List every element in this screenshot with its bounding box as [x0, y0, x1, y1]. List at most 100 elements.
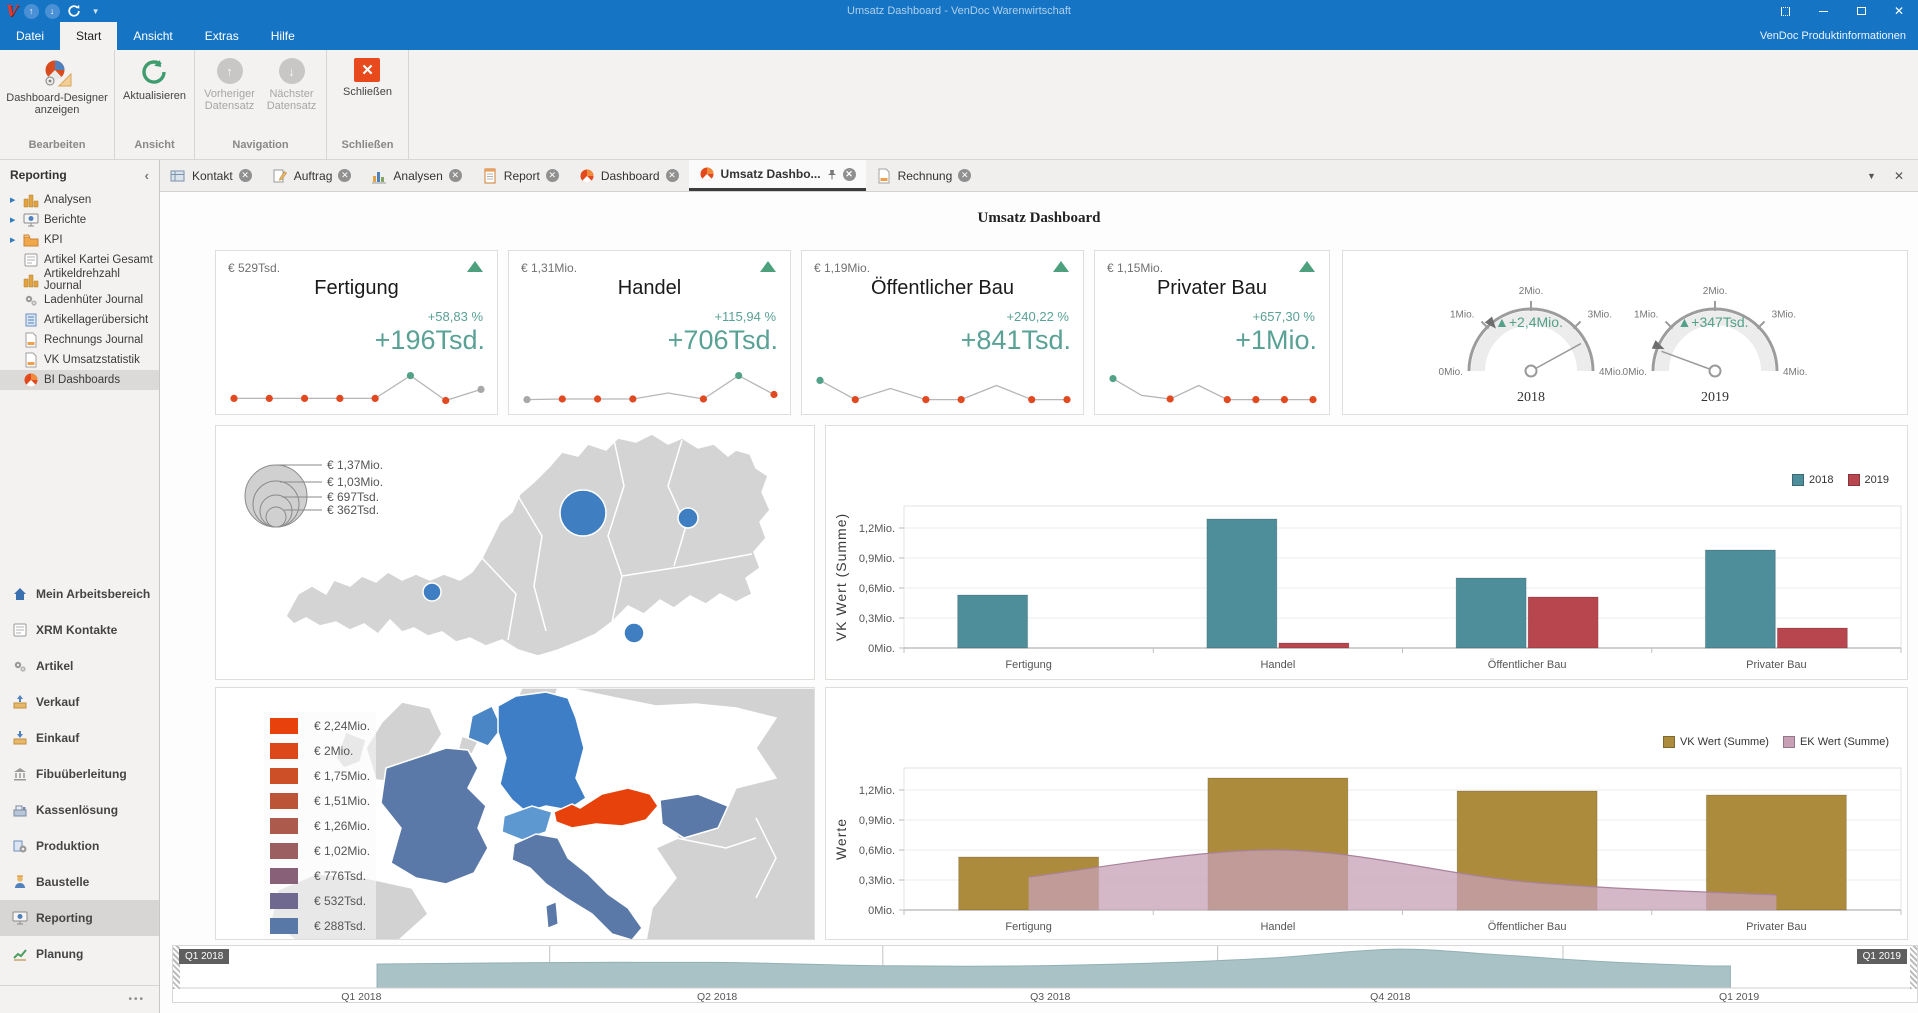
refresh-button[interactable]: Aktualisieren	[119, 56, 190, 104]
kpi-current-value: € 1,15Mio.	[1107, 261, 1163, 275]
close-tab-button[interactable]: ✕ Schließen	[339, 56, 396, 100]
kpi-current-value: € 1,19Mio.	[814, 261, 870, 275]
svg-text:2Mio.: 2Mio.	[1703, 286, 1727, 297]
tab-umsatz-dashboard[interactable]: Umsatz Dashbo... ✕	[689, 160, 866, 191]
expand-arrow-icon[interactable]: ▶	[10, 196, 18, 204]
sidebar-item-kassenl-sung[interactable]: Kassenlösung	[0, 792, 159, 828]
range-end-badge[interactable]: Q1 2019	[1857, 949, 1907, 964]
product-info-link[interactable]: VenDoc Produktinformationen	[1760, 22, 1918, 50]
quick-access-dropdown[interactable]: ▼	[92, 7, 100, 16]
menu-extras[interactable]: Extras	[189, 22, 255, 50]
austria-map-panel[interactable]: € 1,37Mio. € 1,03Mio. € 697Tsd. € 362Tsd…	[215, 425, 815, 680]
tree-item-berichte[interactable]: ▶Berichte	[0, 210, 159, 230]
menu-datei[interactable]: Datei	[0, 22, 60, 50]
expand-arrow-icon[interactable]: ▶	[10, 216, 18, 224]
close-icon: ✕	[1894, 4, 1904, 18]
tree-item-kpi[interactable]: ▶KPI	[0, 230, 159, 250]
tab-list-dropdown[interactable]: ▼	[1867, 171, 1876, 181]
range-handle-right[interactable]	[1910, 946, 1917, 989]
tab-kontakt[interactable]: Kontakt ✕	[160, 160, 262, 191]
sidebar-overflow[interactable]: •••	[0, 985, 159, 1013]
maximize-button[interactable]	[1842, 0, 1880, 22]
tree-item-artikel-kartei-gesamt[interactable]: Artikel Kartei Gesamt	[0, 250, 159, 270]
sidebar-item-baustelle[interactable]: Baustelle	[0, 864, 159, 900]
kpi-card-oeffentlicher-bau[interactable]: € 1,19Mio. Öffentlicher Bau +240,22 % +8…	[801, 250, 1084, 415]
sidebar-item-label: Produktion	[36, 839, 99, 853]
range-start-badge[interactable]: Q1 2018	[179, 949, 229, 964]
kpi-delta: +196Tsd.	[375, 325, 485, 356]
sidebar-item-planung[interactable]: Planung	[0, 936, 159, 972]
menu-start[interactable]: Start	[60, 22, 117, 50]
tab-close-icon[interactable]: ✕	[338, 169, 351, 182]
vk-wert-chart-panel[interactable]: 0Mio.0,3Mio.0,6Mio.0,9Mio.1,2Mio.Fertigu…	[825, 425, 1908, 680]
tree-item-label: Rechnungs Journal	[44, 334, 143, 346]
close-window-button[interactable]: ✕	[1880, 0, 1918, 22]
dashboard-designer-button[interactable]: Dashboard-Designer anzeigen	[0, 56, 114, 118]
vk-ek-chart-panel[interactable]: 0Mio.0,3Mio.0,6Mio.0,9Mio.1,2Mio.Fertigu…	[825, 687, 1908, 940]
sidebar-item-einkauf[interactable]: Einkauf	[0, 720, 159, 756]
gauge-panel[interactable]: 0Mio.1Mio.2Mio.3Mio.4Mio.▲+2,4Mio.2018 0…	[1342, 250, 1908, 415]
tab-report[interactable]: Report ✕	[472, 160, 569, 191]
europe-map-panel[interactable]: € 2,24Mio. € 2Mio. € 1,75Mio. € 1,51Mio.…	[215, 687, 815, 940]
sidebar-item-xrm-kontakte[interactable]: XRM Kontakte	[0, 612, 159, 648]
bubble-legend-label: € 1,37Mio.	[327, 458, 383, 472]
fullscreen-button[interactable]	[1766, 0, 1804, 22]
legend-swatch	[270, 743, 298, 759]
kpi-card-privater-bau[interactable]: € 1,15Mio. Privater Bau +657,30 % +1Mio.	[1094, 250, 1330, 415]
svg-text:2Mio.: 2Mio.	[1519, 286, 1543, 297]
tab-label: Report	[504, 169, 540, 183]
time-range-selector[interactable]: Q1 2018Q2 2018Q3 2018Q4 2018Q1 2019 Q1 2…	[172, 945, 1918, 1003]
legend-label: € 776Tsd.	[314, 869, 366, 883]
sidebar-item-reporting[interactable]: Reporting	[0, 900, 159, 936]
tab-close-icon[interactable]: ✕	[546, 169, 559, 182]
kpi-card-fertigung[interactable]: € 529Tsd. Fertigung +58,83 % +196Tsd.	[215, 250, 498, 415]
svg-text:Q1 2019: Q1 2019	[1719, 991, 1759, 1002]
tree-item-artikellager-bersicht[interactable]: Artikellagerübersicht	[0, 310, 159, 330]
sidebar: Reporting ‹ ▶Analysen▶Berichte▶KPIArtike…	[0, 160, 160, 1013]
close-red-icon: ✕	[354, 58, 380, 82]
chart-icon	[23, 272, 39, 288]
sidebar-item-mein-arbeitsbereich[interactable]: Mein Arbeitsbereich	[0, 576, 159, 612]
legend-swatch	[270, 918, 298, 934]
svg-text:Q1 2018: Q1 2018	[341, 991, 381, 1002]
minimize-button[interactable]	[1804, 0, 1842, 22]
collapse-sidebar-icon[interactable]: ‹	[145, 168, 149, 183]
sidebar-item-fibu-berleitung[interactable]: Fibuüberleitung	[0, 756, 159, 792]
report-doc-icon	[482, 168, 498, 184]
tab-close-icon[interactable]: ✕	[239, 169, 252, 182]
tab-auftrag[interactable]: Auftrag ✕	[262, 160, 362, 191]
svg-text:3Mio.: 3Mio.	[1772, 309, 1796, 320]
quick-refresh-button[interactable]	[66, 3, 82, 19]
sidebar-item-verkauf[interactable]: Verkauf	[0, 684, 159, 720]
tab-analysen[interactable]: Analysen ✕	[361, 160, 471, 191]
tab-close-icon[interactable]: ✕	[958, 169, 971, 182]
quick-prev-record-button[interactable]: ↑	[24, 4, 39, 19]
svg-text:0,3Mio.: 0,3Mio.	[859, 875, 895, 887]
tree-item-artikeldrehzahl-journal[interactable]: Artikeldrehzahl Journal	[0, 270, 159, 290]
menu-hilfe[interactable]: Hilfe	[255, 22, 311, 50]
tree-item-rechnungs-journal[interactable]: Rechnungs Journal	[0, 330, 159, 350]
tab-rechnung[interactable]: Rechnung ✕	[866, 160, 982, 191]
sidebar-item-artikel[interactable]: Artikel	[0, 648, 159, 684]
legend-row: € 1,26Mio.	[270, 818, 370, 834]
sidebar-item-produktion[interactable]: Produktion	[0, 828, 159, 864]
menu-ansicht[interactable]: Ansicht	[117, 22, 188, 50]
arrow-up-icon: ↑	[29, 6, 34, 16]
tab-dashboard[interactable]: Dashboard ✕	[569, 160, 689, 191]
tab-close-icon[interactable]: ✕	[666, 169, 679, 182]
pin-icon[interactable]	[827, 169, 837, 180]
tree-item-vk-umsatzstatistik[interactable]: VK Umsatzstatistik	[0, 350, 159, 370]
tab-close-icon[interactable]: ✕	[843, 168, 856, 181]
close-document-icon[interactable]: ✕	[1894, 169, 1904, 183]
quick-next-record-button[interactable]: ↓	[45, 4, 60, 19]
next-record-button[interactable]: ↓ Nächster Datensatz	[262, 56, 322, 114]
previous-record-button[interactable]: ↑ Vorheriger Datensatz	[200, 56, 260, 114]
tree-item-analysen[interactable]: ▶Analysen	[0, 190, 159, 210]
legend-label: € 1,51Mio.	[314, 794, 370, 808]
expand-arrow-icon[interactable]: ▶	[10, 236, 18, 244]
tree-item-bi-dashboards[interactable]: BI Dashboards	[0, 370, 159, 390]
tab-close-icon[interactable]: ✕	[449, 169, 462, 182]
tree-item-ladenh-ter-journal[interactable]: Ladenhüter Journal	[0, 290, 159, 310]
gears-icon	[12, 658, 28, 674]
kpi-card-handel[interactable]: € 1,31Mio. Handel +115,94 % +706Tsd.	[508, 250, 791, 415]
